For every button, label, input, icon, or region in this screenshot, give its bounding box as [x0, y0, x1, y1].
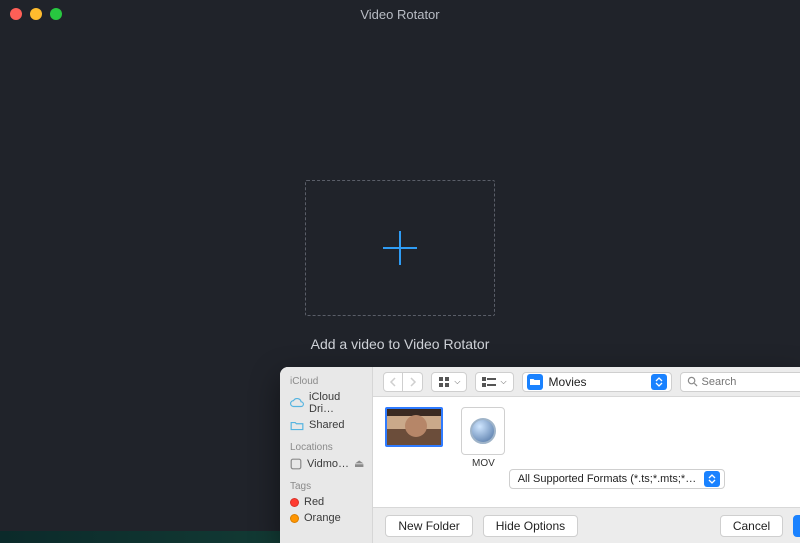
location-popup[interactable]: Movies — [522, 372, 672, 392]
window-controls — [10, 8, 62, 20]
nav-buttons — [383, 372, 423, 392]
sidebar-item-label: Red — [304, 496, 324, 508]
chevron-right-icon — [409, 377, 417, 387]
new-folder-button[interactable]: New Folder — [385, 515, 472, 537]
dialog-sidebar: iCloud iCloud Dri… Shared Locations Vidm… — [280, 367, 373, 543]
close-window-button[interactable] — [10, 8, 22, 20]
file-label: MOV — [472, 458, 495, 469]
dropzone-caption: Add a video to Video Rotator — [0, 336, 800, 352]
sidebar-item-volume[interactable]: Vidmo… ⏏ — [280, 455, 372, 472]
dialog-toolbar: ⌵ ⌵ Movies — [373, 367, 800, 397]
file-item-selected[interactable] — [385, 407, 443, 447]
back-button[interactable] — [383, 372, 403, 392]
video-thumbnail — [385, 407, 443, 447]
dock-background-sliver — [0, 531, 280, 543]
format-filter-popup[interactable]: All Supported Formats (*.ts;*.mts;*… — [509, 469, 726, 489]
folder-icon — [527, 374, 543, 390]
zoom-window-button[interactable] — [50, 8, 62, 20]
minimize-window-button[interactable] — [30, 8, 42, 20]
cloud-icon — [290, 398, 304, 408]
sidebar-item-label: Vidmo… — [307, 458, 349, 470]
format-filter-row: All Supported Formats (*.ts;*.mts;*… — [373, 469, 800, 489]
search-input[interactable] — [702, 376, 800, 388]
chevron-down-icon: ⌵ — [454, 377, 460, 387]
sidebar-item-icloud-drive[interactable]: iCloud Dri… — [280, 389, 372, 417]
group-by-button[interactable]: ⌵ — [475, 372, 513, 392]
location-name: Movies — [549, 375, 645, 389]
view-mode-button[interactable]: ⌵ — [431, 372, 467, 392]
shared-folder-icon — [290, 420, 304, 431]
eject-icon[interactable]: ⏏ — [354, 457, 364, 470]
group-icon — [482, 377, 496, 387]
disk-icon — [290, 458, 302, 470]
plus-icon — [399, 231, 401, 265]
dropdown-arrows-icon — [704, 471, 720, 487]
sidebar-item-label: iCloud Dri… — [309, 391, 364, 415]
sidebar-header-locations: Locations — [280, 439, 372, 455]
search-field[interactable] — [680, 372, 800, 392]
sidebar-item-label: Shared — [309, 419, 344, 431]
dropdown-arrows-icon — [651, 374, 667, 390]
quicktime-file-icon — [461, 407, 505, 455]
sidebar-tag-red[interactable]: Red — [280, 494, 372, 510]
format-filter-label: All Supported Formats (*.ts;*.mts;*… — [518, 473, 697, 485]
titlebar: Video Rotator — [0, 0, 800, 28]
file-browser[interactable]: MOV All Supported Formats (*.ts;*.mts;*… — [373, 397, 800, 507]
add-video-dropzone[interactable] — [305, 180, 495, 316]
search-icon — [687, 376, 698, 387]
chevron-down-icon: ⌵ — [500, 377, 506, 387]
dialog-main: ⌵ ⌵ Movies — [373, 367, 800, 543]
hide-options-button[interactable]: Hide Options — [483, 515, 578, 537]
cancel-button[interactable]: Cancel — [720, 515, 783, 537]
forward-button[interactable] — [403, 372, 423, 392]
sidebar-item-shared[interactable]: Shared — [280, 417, 372, 433]
open-button[interactable]: Open — [793, 515, 800, 537]
sidebar-header-icloud: iCloud — [280, 373, 372, 389]
icon-view-icon — [438, 376, 450, 388]
chevron-left-icon — [389, 377, 397, 387]
sidebar-item-label: Orange — [304, 512, 341, 524]
sidebar-header-tags: Tags — [280, 478, 372, 494]
sidebar-tag-orange[interactable]: Orange — [280, 510, 372, 526]
file-item[interactable]: MOV — [461, 407, 505, 469]
tag-dot-icon — [290, 514, 299, 523]
dialog-footer: New Folder Hide Options Cancel Open — [373, 507, 800, 543]
tag-dot-icon — [290, 498, 299, 507]
open-file-dialog: iCloud iCloud Dri… Shared Locations Vidm… — [280, 367, 800, 543]
window-title: Video Rotator — [0, 7, 800, 22]
